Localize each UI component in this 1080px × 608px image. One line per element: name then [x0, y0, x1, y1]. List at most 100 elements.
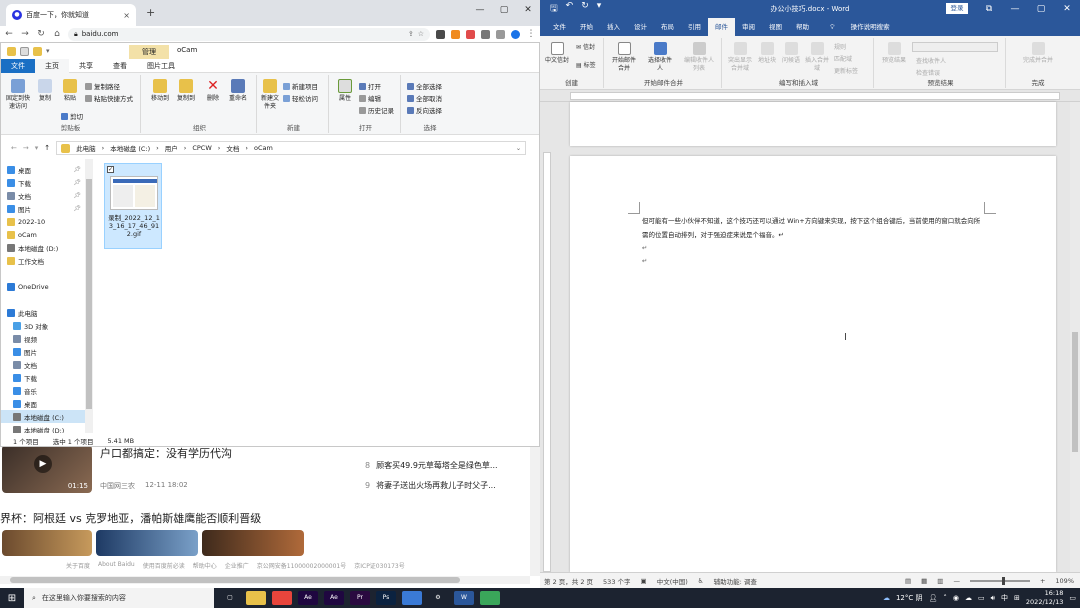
- nav-item[interactable]: 下载: [1, 371, 85, 384]
- vertical-ruler[interactable]: [540, 102, 554, 572]
- properties-button[interactable]: 属性: [335, 79, 355, 103]
- horizontal-scrollbar[interactable]: [0, 576, 530, 584]
- nav-item[interactable]: 文档 📌︎: [1, 189, 85, 202]
- footer-link[interactable]: 使用百度前必读: [143, 561, 185, 570]
- notification-icon[interactable]: ▭: [1069, 594, 1076, 602]
- wechat-icon[interactable]: ◉: [953, 594, 959, 602]
- language[interactable]: 中文(中国): [657, 576, 688, 586]
- proofing-icon[interactable]: ▣: [641, 577, 647, 585]
- breadcrumb-item[interactable]: 文档: [226, 143, 239, 153]
- bookmark-star-icon[interactable]: ☆: [418, 30, 424, 38]
- check-errors-button[interactable]: 检查错误: [916, 68, 940, 77]
- tab-share[interactable]: 共享: [69, 59, 103, 73]
- breadcrumb-item[interactable]: 用户: [165, 143, 178, 153]
- tab-help[interactable]: 帮助: [789, 18, 816, 36]
- nav-item[interactable]: oCam: [1, 228, 85, 241]
- nav-item[interactable]: 2022-10: [1, 215, 85, 228]
- footer-link[interactable]: 帮助中心: [193, 561, 217, 570]
- app-green-icon[interactable]: [480, 591, 500, 605]
- close-tab-icon[interactable]: ×: [123, 11, 130, 20]
- easy-access-button[interactable]: 轻松访问: [283, 93, 318, 103]
- maximize-icon[interactable]: ▢: [1028, 0, 1054, 18]
- footer-link[interactable]: 京ICP证030173号: [354, 561, 404, 570]
- insert-merge-field-button[interactable]: 插入合并域: [804, 42, 830, 73]
- extension-icon[interactable]: [436, 29, 445, 39]
- news-image[interactable]: [202, 530, 304, 556]
- news-video-thumbnail[interactable]: ▶ 01:15: [2, 445, 92, 493]
- select-none-button[interactable]: 全部取消: [407, 93, 442, 103]
- home-icon[interactable]: ⌂: [52, 29, 62, 39]
- footer-link[interactable]: 企业推广: [225, 561, 249, 570]
- tab-references[interactable]: 引用: [681, 18, 708, 36]
- finish-merge-button[interactable]: 完成并合并: [1018, 42, 1058, 65]
- paste-button[interactable]: 粘贴: [59, 79, 81, 103]
- web-layout-icon[interactable]: ▥: [937, 577, 943, 585]
- cut-button[interactable]: 剪切: [61, 111, 83, 121]
- news-headline[interactable]: 户口都搞定：没有学历代沟: [100, 445, 232, 461]
- document-page-1[interactable]: [570, 102, 1056, 146]
- chinese-envelope-button[interactable]: 中文信封: [542, 42, 572, 65]
- share-icon[interactable]: ⇪: [408, 30, 414, 38]
- tab-design[interactable]: 设计: [627, 18, 654, 36]
- preview-results-button[interactable]: 预览结果: [880, 42, 908, 65]
- chrome-menu-icon[interactable]: ⋮: [526, 29, 536, 39]
- ime-indicator[interactable]: 中: [1001, 593, 1008, 603]
- back-icon[interactable]: ←: [11, 144, 17, 152]
- copy-button[interactable]: 复制: [35, 79, 55, 103]
- zoom-out-icon[interactable]: —: [953, 577, 960, 585]
- breadcrumb-item[interactable]: 此电脑: [76, 143, 96, 153]
- nav-item[interactable]: 文档: [1, 358, 85, 371]
- copy-to-button[interactable]: 复制到: [175, 79, 197, 103]
- breadcrumb-item[interactable]: oCam: [254, 144, 273, 152]
- manage-context-tab[interactable]: 管理: [129, 45, 169, 59]
- breadcrumb[interactable]: 此电脑 › 本地磁盘 (C:) › 用户 › CPCW › 文档 › oCam ⌄: [56, 141, 527, 155]
- forward-icon[interactable]: →: [23, 144, 29, 152]
- news-image[interactable]: [2, 530, 92, 556]
- taskbar-search[interactable]: ⌕ 在这里输入你要搜索的内容: [24, 588, 214, 608]
- news-image[interactable]: [96, 530, 198, 556]
- app-blue-icon[interactable]: [402, 591, 422, 605]
- weather-text[interactable]: 12°C 阴: [896, 593, 923, 603]
- nav-item[interactable]: 工作文档: [1, 254, 85, 267]
- recent-dropdown-icon[interactable]: ▾: [35, 144, 39, 152]
- show-hidden-icons[interactable]: ˄: [943, 594, 947, 602]
- up-icon[interactable]: ↑: [44, 144, 50, 152]
- tab-mailings[interactable]: 邮件: [708, 18, 735, 36]
- sidebar-icon[interactable]: [496, 29, 505, 39]
- pin-quick-access-button[interactable]: 固定到快速访问: [5, 79, 31, 111]
- zoom-in-icon[interactable]: +: [1040, 577, 1045, 585]
- zoom-level[interactable]: 109%: [1055, 577, 1074, 585]
- nav-item[interactable]: 本地磁盘 (D:): [1, 241, 85, 254]
- envelope-button[interactable]: ✉︎ 信封: [576, 44, 602, 52]
- match-fields-button[interactable]: 匹配域: [834, 54, 852, 63]
- word-count[interactable]: 533 个字: [603, 576, 630, 586]
- start-windows-icon[interactable]: ⊞: [0, 593, 24, 604]
- scrollbar-thumb[interactable]: [86, 179, 92, 409]
- settings-icon[interactable]: ⚙: [428, 591, 448, 605]
- page-count[interactable]: 第 2 页，共 2 页: [544, 576, 593, 586]
- accessibility-status[interactable]: 辅助功能: 调查: [714, 576, 757, 586]
- breadcrumb-item[interactable]: 本地磁盘 (C:): [110, 143, 150, 153]
- properties-icon[interactable]: [20, 46, 29, 56]
- history-button[interactable]: 历史记录: [359, 105, 394, 115]
- footer-link[interactable]: 京公网安备11000002000001号: [257, 561, 346, 570]
- nav-item[interactable]: 图片: [1, 345, 85, 358]
- maximize-icon[interactable]: ▢: [492, 0, 516, 22]
- delete-button[interactable]: ✕ 删除: [203, 79, 223, 103]
- profile-avatar[interactable]: [511, 29, 520, 39]
- edit-recipients-button[interactable]: 编辑收件人列表: [682, 42, 716, 73]
- new-folder-icon[interactable]: [33, 46, 42, 56]
- read-mode-icon[interactable]: ▤: [905, 577, 911, 585]
- ime-mode-icon[interactable]: ⊞: [1014, 594, 1020, 602]
- scrollbar-thumb[interactable]: [1072, 332, 1078, 452]
- nav-item[interactable]: 音乐: [1, 384, 85, 397]
- close-icon[interactable]: ✕: [1054, 0, 1080, 18]
- tell-me-search[interactable]: 💡︎ 操作说明搜索: [816, 18, 904, 36]
- extensions-puzzle-icon[interactable]: [481, 29, 490, 39]
- photoshop-icon[interactable]: Ps: [376, 591, 396, 605]
- file-item-gif[interactable]: ✓ 录制_2022_12_13_16_17_46_912.gif: [104, 163, 162, 249]
- record-navigator[interactable]: [912, 42, 998, 52]
- chrome-tab-baidu[interactable]: ● 百度一下，你就知道 ×: [6, 4, 136, 26]
- sign-in-button[interactable]: 登录: [946, 3, 968, 14]
- update-labels-button[interactable]: 更新标签: [834, 66, 858, 75]
